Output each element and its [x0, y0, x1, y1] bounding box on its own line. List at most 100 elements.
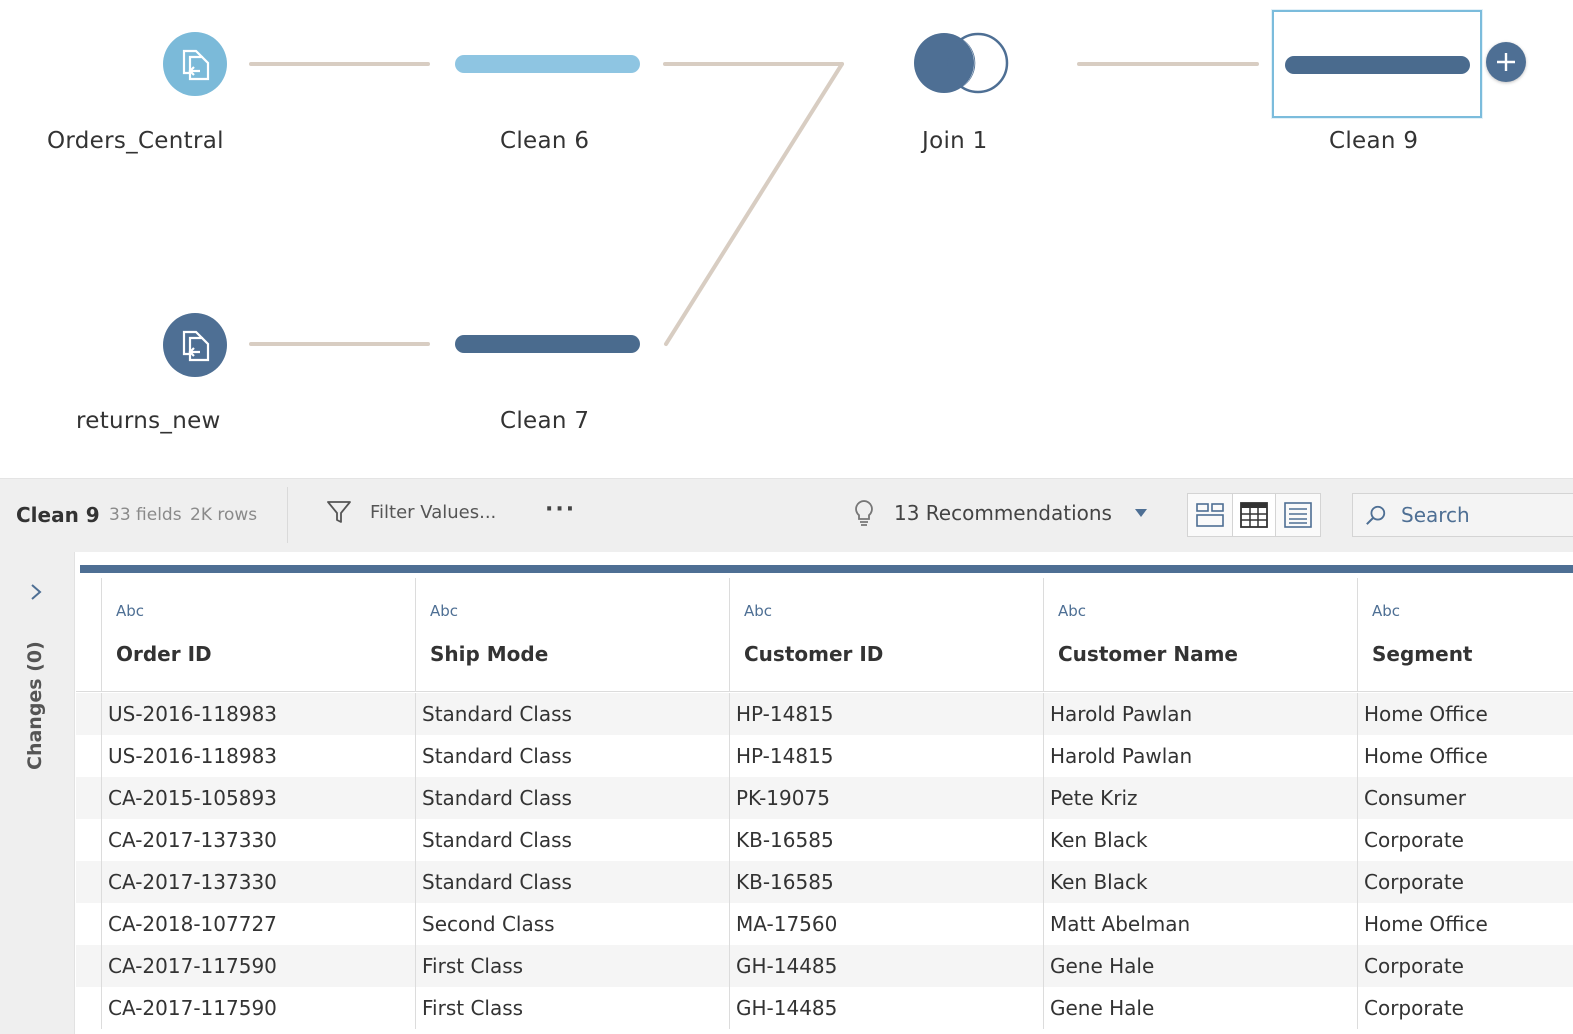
table-cell[interactable]: HP-14815 — [729, 693, 1043, 735]
lightbulb-icon — [855, 500, 873, 526]
table-row[interactable]: US-2016-118983 Standard Class HP-14815 Haro… — [76, 735, 1573, 777]
table-cell[interactable]: Harold Pawlan — [1043, 693, 1357, 735]
table-cell[interactable]: US-2016-118983 — [101, 735, 415, 777]
table-cell[interactable]: Consumer — [1357, 777, 1573, 819]
filter-icon — [327, 501, 351, 523]
more-options-button[interactable]: ··· — [545, 497, 576, 522]
column-header[interactable]: Abc Customer Name — [1043, 578, 1357, 692]
table-cell[interactable]: CA-2017-117590 — [101, 945, 415, 987]
table-view-icon — [1240, 502, 1268, 528]
toolbar-divider — [287, 487, 288, 543]
chevron-right-icon[interactable] — [28, 582, 44, 602]
clean6-node[interactable] — [455, 55, 640, 73]
list-view-button[interactable] — [1276, 494, 1320, 536]
grid-header: Abc Order ID Abc Ship Mode Abc Customer ID Abc… — [76, 578, 1573, 692]
table-cell[interactable]: US-2016-118983 — [101, 693, 415, 735]
recommendations-button[interactable]: 13 Recommendations — [852, 499, 1148, 527]
row-count: 2K rows — [190, 505, 258, 525]
table-cell[interactable]: Standard Class — [415, 777, 729, 819]
table-cell[interactable]: Gene Hale — [1043, 987, 1357, 1029]
search-icon — [1366, 505, 1386, 525]
table-cell[interactable]: Harold Pawlan — [1043, 735, 1357, 777]
table-cell[interactable]: Pete Kriz — [1043, 777, 1357, 819]
table-cell[interactable]: Standard Class — [415, 693, 729, 735]
table-cell[interactable]: Corporate — [1357, 945, 1573, 987]
filter-values-button[interactable]: Filter Values... — [326, 499, 496, 525]
table-cell[interactable]: CA-2017-137330 — [101, 819, 415, 861]
profile-view-icon — [1196, 503, 1224, 527]
table-cell[interactable]: Standard Class — [415, 735, 729, 777]
profile-view-button[interactable] — [1188, 494, 1232, 536]
table-cell[interactable]: Home Office — [1357, 693, 1573, 735]
orders-central-node[interactable] — [163, 32, 227, 96]
table-row[interactable]: US-2016-118983 Standard Class HP-14815 Haro… — [76, 693, 1573, 735]
changes-panel — [0, 552, 75, 1034]
table-cell[interactable]: Standard Class — [415, 819, 729, 861]
table-cell[interactable]: Home Office — [1357, 735, 1573, 777]
table-cell[interactable]: Standard Class — [415, 861, 729, 903]
table-cell[interactable]: First Class — [415, 987, 729, 1029]
table-cell[interactable]: CA-2017-117590 — [101, 987, 415, 1029]
string-type-icon[interactable]: Abc — [1058, 602, 1086, 620]
join1-label: Join 1 — [922, 128, 988, 154]
add-step-button[interactable] — [1486, 42, 1526, 82]
clean9-node[interactable] — [1285, 56, 1470, 74]
table-cell[interactable]: PK-19075 — [729, 777, 1043, 819]
search-input[interactable] — [1401, 503, 1573, 527]
table-cell[interactable]: Corporate — [1357, 861, 1573, 903]
column-header[interactable]: Abc Ship Mode — [415, 578, 729, 692]
column-name: Ship Mode — [430, 642, 549, 666]
table-cell[interactable]: First Class — [415, 945, 729, 987]
table-cell[interactable]: Matt Abelman — [1043, 903, 1357, 945]
field-count: 33 fields — [109, 505, 182, 525]
table-row[interactable]: CA-2017-137330 Standard Class KB-16585 Ken … — [76, 819, 1573, 861]
table-cell[interactable]: CA-2018-107727 — [101, 903, 415, 945]
string-type-icon[interactable]: Abc — [430, 602, 458, 620]
input-file-icon — [182, 49, 210, 81]
table-cell[interactable]: KB-16585 — [729, 861, 1043, 903]
flow-canvas[interactable]: Orders_Central returns_new Clean 6 Clean… — [0, 0, 1573, 478]
table-cell[interactable]: GH-14485 — [729, 945, 1043, 987]
table-cell[interactable]: Corporate — [1357, 987, 1573, 1029]
table-row[interactable]: CA-2017-117590 First Class GH-14485 Gene Ha… — [76, 987, 1573, 1029]
table-row[interactable]: CA-2017-117590 First Class GH-14485 Gene Ha… — [76, 945, 1573, 987]
join1-node[interactable] — [912, 30, 1012, 96]
table-cell[interactable]: CA-2015-105893 — [101, 777, 415, 819]
grid-body: US-2016-118983 Standard Class HP-14815 Haro… — [76, 693, 1573, 1029]
table-cell[interactable]: KB-16585 — [729, 819, 1043, 861]
data-grid: Abc Order ID Abc Ship Mode Abc Customer ID Abc… — [76, 552, 1573, 1034]
clean6-label: Clean 6 — [500, 128, 590, 154]
search-field[interactable] — [1352, 493, 1573, 537]
column-header[interactable]: Abc Segment — [1357, 578, 1573, 692]
changes-label[interactable]: Changes (0) — [24, 641, 46, 770]
table-cell[interactable]: GH-14485 — [729, 987, 1043, 1029]
returns-new-label: returns_new — [76, 408, 221, 434]
table-row[interactable]: CA-2017-137330 Standard Class KB-16585 Ken … — [76, 861, 1573, 903]
table-view-button[interactable] — [1232, 494, 1276, 536]
table-cell[interactable]: Gene Hale — [1043, 945, 1357, 987]
table-row[interactable]: CA-2018-107727 Second Class MA-17560 Matt A… — [76, 903, 1573, 945]
string-type-icon[interactable]: Abc — [1372, 602, 1400, 620]
table-cell[interactable]: Home Office — [1357, 903, 1573, 945]
table-cell[interactable]: Second Class — [415, 903, 729, 945]
table-cell[interactable]: MA-17560 — [729, 903, 1043, 945]
table-cell[interactable]: Corporate — [1357, 819, 1573, 861]
step-name: Clean 9 — [16, 503, 100, 527]
table-cell[interactable]: Ken Black — [1043, 819, 1357, 861]
table-cell[interactable]: Ken Black — [1043, 861, 1357, 903]
table-cell[interactable]: CA-2017-137330 — [101, 861, 415, 903]
column-header[interactable]: Abc Order ID — [101, 578, 415, 692]
clean7-node[interactable] — [455, 335, 640, 353]
table-cell[interactable]: HP-14815 — [729, 735, 1043, 777]
grid-accent-bar — [80, 565, 1573, 573]
string-type-icon[interactable]: Abc — [116, 602, 144, 620]
string-type-icon[interactable]: Abc — [744, 602, 772, 620]
table-row[interactable]: CA-2015-105893 Standard Class PK-19075 Pete… — [76, 777, 1573, 819]
returns-new-node[interactable] — [163, 313, 227, 377]
filter-values-label: Filter Values... — [370, 501, 497, 523]
clean9-label: Clean 9 — [1329, 128, 1419, 154]
column-header[interactable]: Abc Customer ID — [729, 578, 1043, 692]
column-name: Order ID — [116, 642, 212, 666]
clean9-selection[interactable] — [1272, 10, 1482, 118]
column-name: Customer ID — [744, 642, 884, 666]
